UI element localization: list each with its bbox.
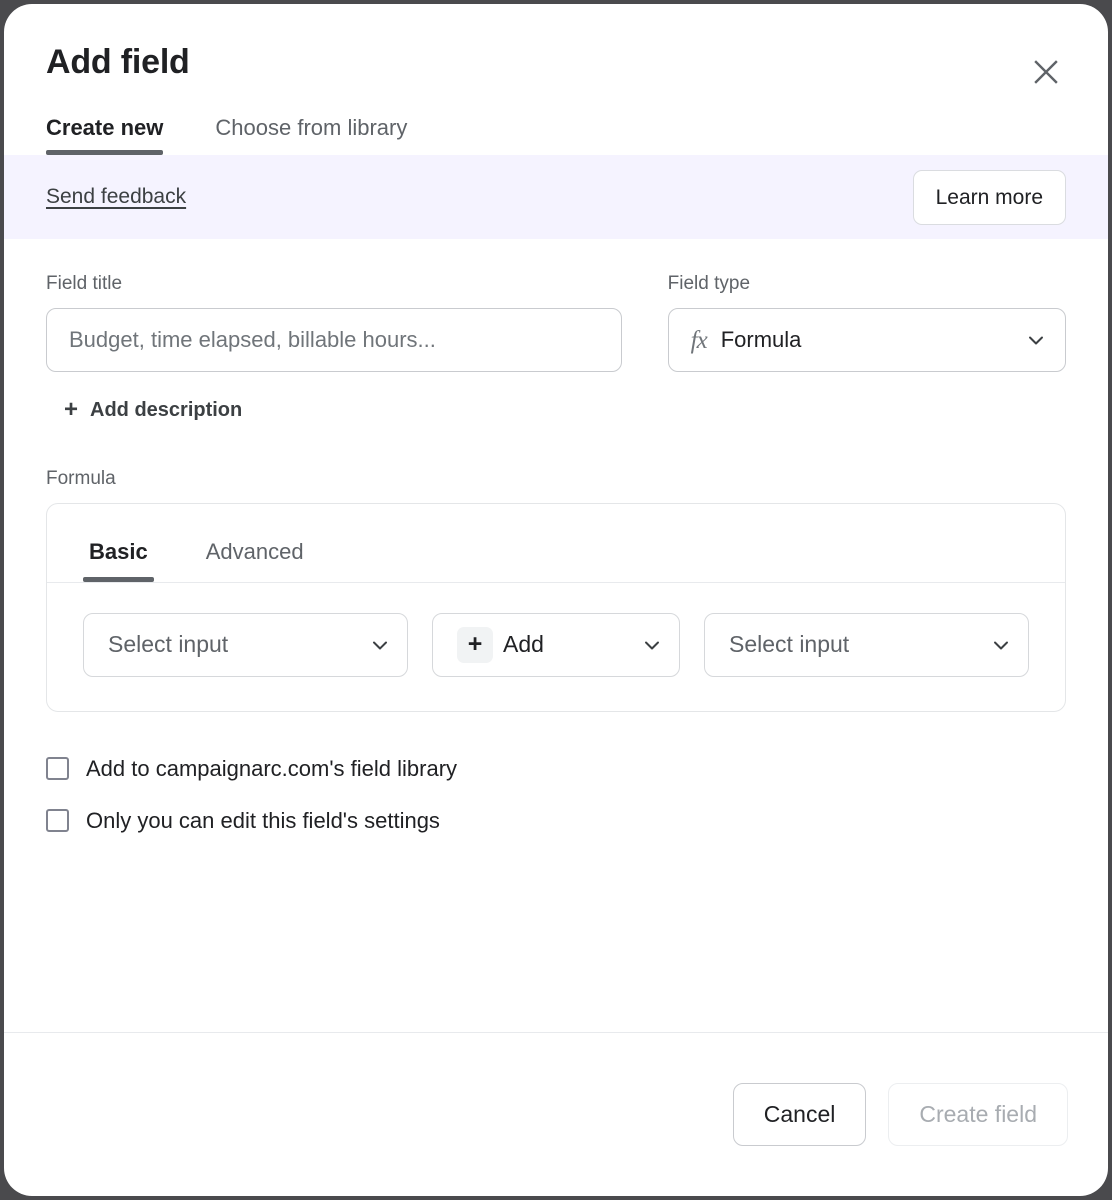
fx-icon: fx [690,326,708,354]
checkbox-icon[interactable] [46,809,69,833]
field-type-label: Field type [667,273,751,295]
add-field-modal: Add field Create new Choose from library… [4,4,1108,1196]
formula-label: Formula [46,468,116,490]
checkbox-icon[interactable] [46,757,69,781]
field-title-group: Field title [46,273,622,373]
modal-footer: Cancel Create field [4,1032,1108,1196]
learn-more-button[interactable]: Learn more [912,169,1066,225]
plus-icon: + [457,626,493,663]
checkbox-row-field-library[interactable]: Add to campaignarc.com's field library [46,756,1066,782]
add-description-button[interactable]: + Add description [64,398,242,422]
tab-bar: Create new Choose from library [4,115,1108,156]
formula-builder-row: Select input + Add Select input [47,583,1065,711]
formula-right-input-value: Select input [729,631,850,658]
formula-right-input-select[interactable]: Select input [704,612,1029,677]
tab-basic[interactable]: Basic [83,538,154,582]
chevron-down-icon [1029,336,1043,345]
field-type-value: Formula [720,327,802,353]
formula-left-input-select[interactable]: Select input [83,612,408,677]
plus-icon: + [64,396,79,424]
field-basics-row: Field title Field type fx Formula [46,273,1066,373]
modal-header: Add field [4,4,1108,84]
field-type-group: Field type fx Formula [667,273,1066,373]
cancel-button[interactable]: Cancel [732,1082,867,1147]
chevron-down-icon [373,641,387,650]
formula-left-input-value: Select input [108,631,229,658]
tab-choose-from-library[interactable]: Choose from library [215,115,407,155]
checkbox-row-only-you-edit[interactable]: Only you can edit this field's settings [46,808,1066,834]
formula-tab-bar: Basic Advanced [47,504,1065,583]
checkbox-label-only-you-edit: Only you can edit this field's settings [86,807,440,833]
formula-operator-value: Add [503,631,544,658]
tab-create-new[interactable]: Create new [46,115,164,156]
chevron-down-icon [645,641,659,650]
chevron-down-icon [994,641,1008,650]
add-description-label: Add description [90,398,243,421]
feedback-banner: Send feedback Learn more [4,155,1108,240]
field-title-label: Field title [46,273,123,295]
formula-operator-select[interactable]: + Add [432,612,680,677]
send-feedback-link[interactable]: Send feedback [46,185,186,209]
field-title-input[interactable] [46,308,622,373]
create-field-button[interactable]: Create field [888,1082,1068,1147]
tab-advanced[interactable]: Advanced [200,538,310,581]
checkbox-label-field-library: Add to campaignarc.com's field library [86,755,458,781]
options-group: Add to campaignarc.com's field library O… [46,756,1066,834]
formula-section: Formula Basic Advanced Select input + Ad… [46,468,1066,712]
formula-card: Basic Advanced Select input + Add Select… [46,503,1066,712]
page-title: Add field [46,43,190,81]
close-icon[interactable] [1024,50,1068,94]
modal-body: Field title Field type fx Formula + Add … [4,239,1108,833]
field-type-select[interactable]: fx Formula [667,308,1066,373]
